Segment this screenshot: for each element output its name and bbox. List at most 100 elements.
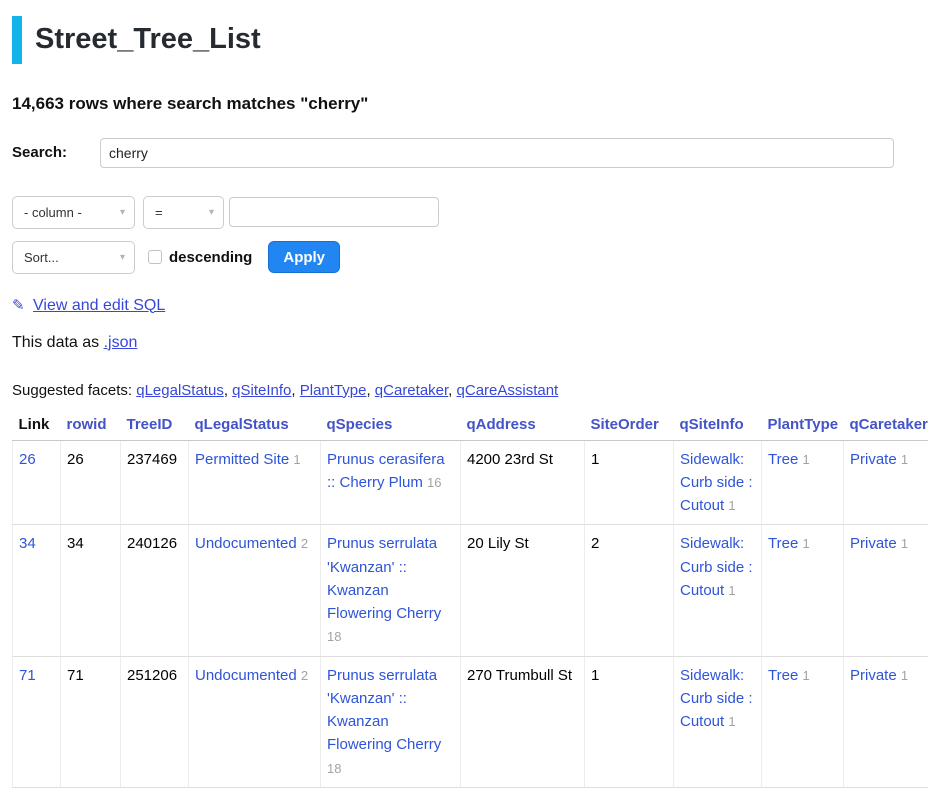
cell-qLegalStatus: Permitted Site 1 (189, 440, 321, 525)
facet-value-link[interactable]: Undocumented (195, 667, 297, 684)
table-body: 2626237469Permitted Site 1Prunus cerasif… (13, 440, 929, 787)
cell-qAddress: 270 Trumbull St (461, 656, 585, 787)
cell-treeid: 251206 (121, 656, 189, 787)
cell-qSpecies: Prunus serrulata 'Kwanzan' :: Kwanzan Fl… (321, 525, 461, 656)
facet-count: 1 (728, 714, 735, 729)
facet-count: 18 (327, 629, 341, 644)
column-header-qSpecies: qSpecies (321, 412, 461, 441)
column-sort-link-qAddress[interactable]: qAddress (467, 416, 536, 433)
facet-value-link[interactable]: Tree (768, 667, 798, 684)
column-sort-link-qLegalStatus[interactable]: qLegalStatus (195, 416, 289, 433)
page-title: Street_Tree_List (35, 18, 261, 62)
facet-value-link[interactable]: Private (850, 667, 897, 684)
facet-count: 1 (728, 583, 735, 598)
cell-link: 34 (13, 525, 61, 656)
facet-count: 16 (427, 475, 441, 490)
facet-value-link[interactable]: Tree (768, 451, 798, 468)
cell-qLegalStatus: Undocumented 2 (189, 525, 321, 656)
facet-link-qLegalStatus[interactable]: qLegalStatus (136, 382, 224, 399)
suggested-facets: Suggested facets: qLegalStatus, qSiteInf… (12, 382, 928, 399)
column-header-treeid: TreeID (121, 412, 189, 441)
cell-qAddress: 4200 23rd St (461, 440, 585, 525)
sql-link-row: ✎ View and edit SQL (12, 296, 928, 315)
column-sort-link-qSpecies[interactable]: qSpecies (327, 416, 393, 433)
column-sort-link-qCaretaker[interactable]: qCaretaker (850, 416, 928, 433)
cell-qCaretaker: Private 1 (844, 440, 929, 525)
descending-checkbox[interactable] (148, 250, 162, 264)
facet-count: 1 (802, 536, 809, 551)
search-input[interactable] (100, 138, 894, 168)
cell-qSiteInfo: Sidewalk: Curb side : Cutout 1 (674, 440, 762, 525)
view-edit-sql-link[interactable]: View and edit SQL (33, 297, 165, 314)
facet-link-qCaretaker[interactable]: qCaretaker (375, 382, 448, 399)
facet-value-link[interactable]: Tree (768, 535, 798, 552)
cell-SiteOrder: 1 (585, 440, 674, 525)
row-count-summary: 14,663 rows where search matches "cherry… (12, 94, 928, 114)
data-as-prefix: This data as (12, 334, 104, 351)
cell-treeid: 240126 (121, 525, 189, 656)
cell-link: 26 (13, 440, 61, 525)
column-sort-link-SiteOrder[interactable]: SiteOrder (591, 416, 659, 433)
facet-value-link[interactable]: Sidewalk: Curb side : Cutout (680, 451, 753, 515)
column-sort-link-PlantType[interactable]: PlantType (768, 416, 839, 433)
facet-count: 1 (802, 668, 809, 683)
column-sort-link-rowid[interactable]: rowid (67, 416, 107, 433)
facet-link-qCareAssistant[interactable]: qCareAssistant (457, 382, 559, 399)
facet-link-qSiteInfo[interactable]: qSiteInfo (232, 382, 291, 399)
sort-row: Sort... ▾ descending Apply (12, 241, 928, 274)
column-header-qLegalStatus: qLegalStatus (189, 412, 321, 441)
cell-SiteOrder: 1 (585, 656, 674, 787)
cell-PlantType: Tree 1 (762, 440, 844, 525)
facet-value-link[interactable]: Private (850, 535, 897, 552)
cell-treeid: 237469 (121, 440, 189, 525)
chevron-down-icon: ▾ (120, 207, 125, 218)
cell-rowid: 34 (61, 525, 121, 656)
row-link[interactable]: 26 (19, 451, 36, 468)
facet-value-link[interactable]: Sidewalk: Curb side : Cutout (680, 535, 753, 599)
cell-link: 71 (13, 656, 61, 787)
column-header-qSiteInfo: qSiteInfo (674, 412, 762, 441)
page: Street_Tree_List 14,663 rows where searc… (0, 16, 940, 788)
column-sort-link-qSiteInfo[interactable]: qSiteInfo (680, 416, 744, 433)
chevron-down-icon: ▾ (209, 207, 214, 218)
facet-links: qLegalStatus, qSiteInfo, PlantType, qCar… (136, 382, 558, 399)
column-header-rowid: rowid (61, 412, 121, 441)
accent-bar (12, 16, 22, 64)
row-link[interactable]: 71 (19, 667, 36, 684)
row-link[interactable]: 34 (19, 535, 36, 552)
operator-select[interactable]: = ▾ (143, 196, 224, 229)
cell-qSiteInfo: Sidewalk: Curb side : Cutout 1 (674, 656, 762, 787)
facet-value-link[interactable]: Prunus serrulata 'Kwanzan' :: Kwanzan Fl… (327, 535, 441, 622)
column-sort-link-treeid[interactable]: TreeID (127, 416, 173, 433)
sort-select[interactable]: Sort... ▾ (12, 241, 135, 274)
json-link[interactable]: .json (104, 334, 138, 351)
cell-rowid: 26 (61, 440, 121, 525)
cell-qAddress: 20 Lily St (461, 525, 585, 656)
facet-count: 2 (301, 536, 308, 551)
facet-value-link[interactable]: Undocumented (195, 535, 297, 552)
facet-count: 1 (901, 452, 908, 467)
column-select-value: - column - (24, 205, 82, 220)
cell-qLegalStatus: Undocumented 2 (189, 656, 321, 787)
table-row: 3434240126Undocumented 2Prunus serrulata… (13, 525, 929, 656)
operator-select-value: = (155, 205, 163, 220)
apply-button[interactable]: Apply (268, 241, 340, 273)
filter-value-input[interactable] (229, 197, 439, 227)
facet-value-link[interactable]: Prunus serrulata 'Kwanzan' :: Kwanzan Fl… (327, 667, 441, 754)
facet-link-PlantType[interactable]: PlantType (300, 382, 367, 399)
facet-value-link[interactable]: Sidewalk: Curb side : Cutout (680, 667, 753, 731)
data-as-row: This data as .json (12, 334, 928, 352)
facet-value-link[interactable]: Permitted Site (195, 451, 289, 468)
facet-count: 1 (901, 668, 908, 683)
cell-rowid: 71 (61, 656, 121, 787)
cell-SiteOrder: 2 (585, 525, 674, 656)
column-select[interactable]: - column - ▾ (12, 196, 135, 229)
cell-qCaretaker: Private 1 (844, 656, 929, 787)
pencil-icon: ✎ (12, 297, 25, 314)
column-header-link: Link (13, 412, 61, 441)
filter-row: - column - ▾ = ▾ (12, 196, 928, 229)
facet-value-link[interactable]: Private (850, 451, 897, 468)
column-header-SiteOrder: SiteOrder (585, 412, 674, 441)
facet-count: 1 (293, 452, 300, 467)
facet-count: 1 (901, 536, 908, 551)
